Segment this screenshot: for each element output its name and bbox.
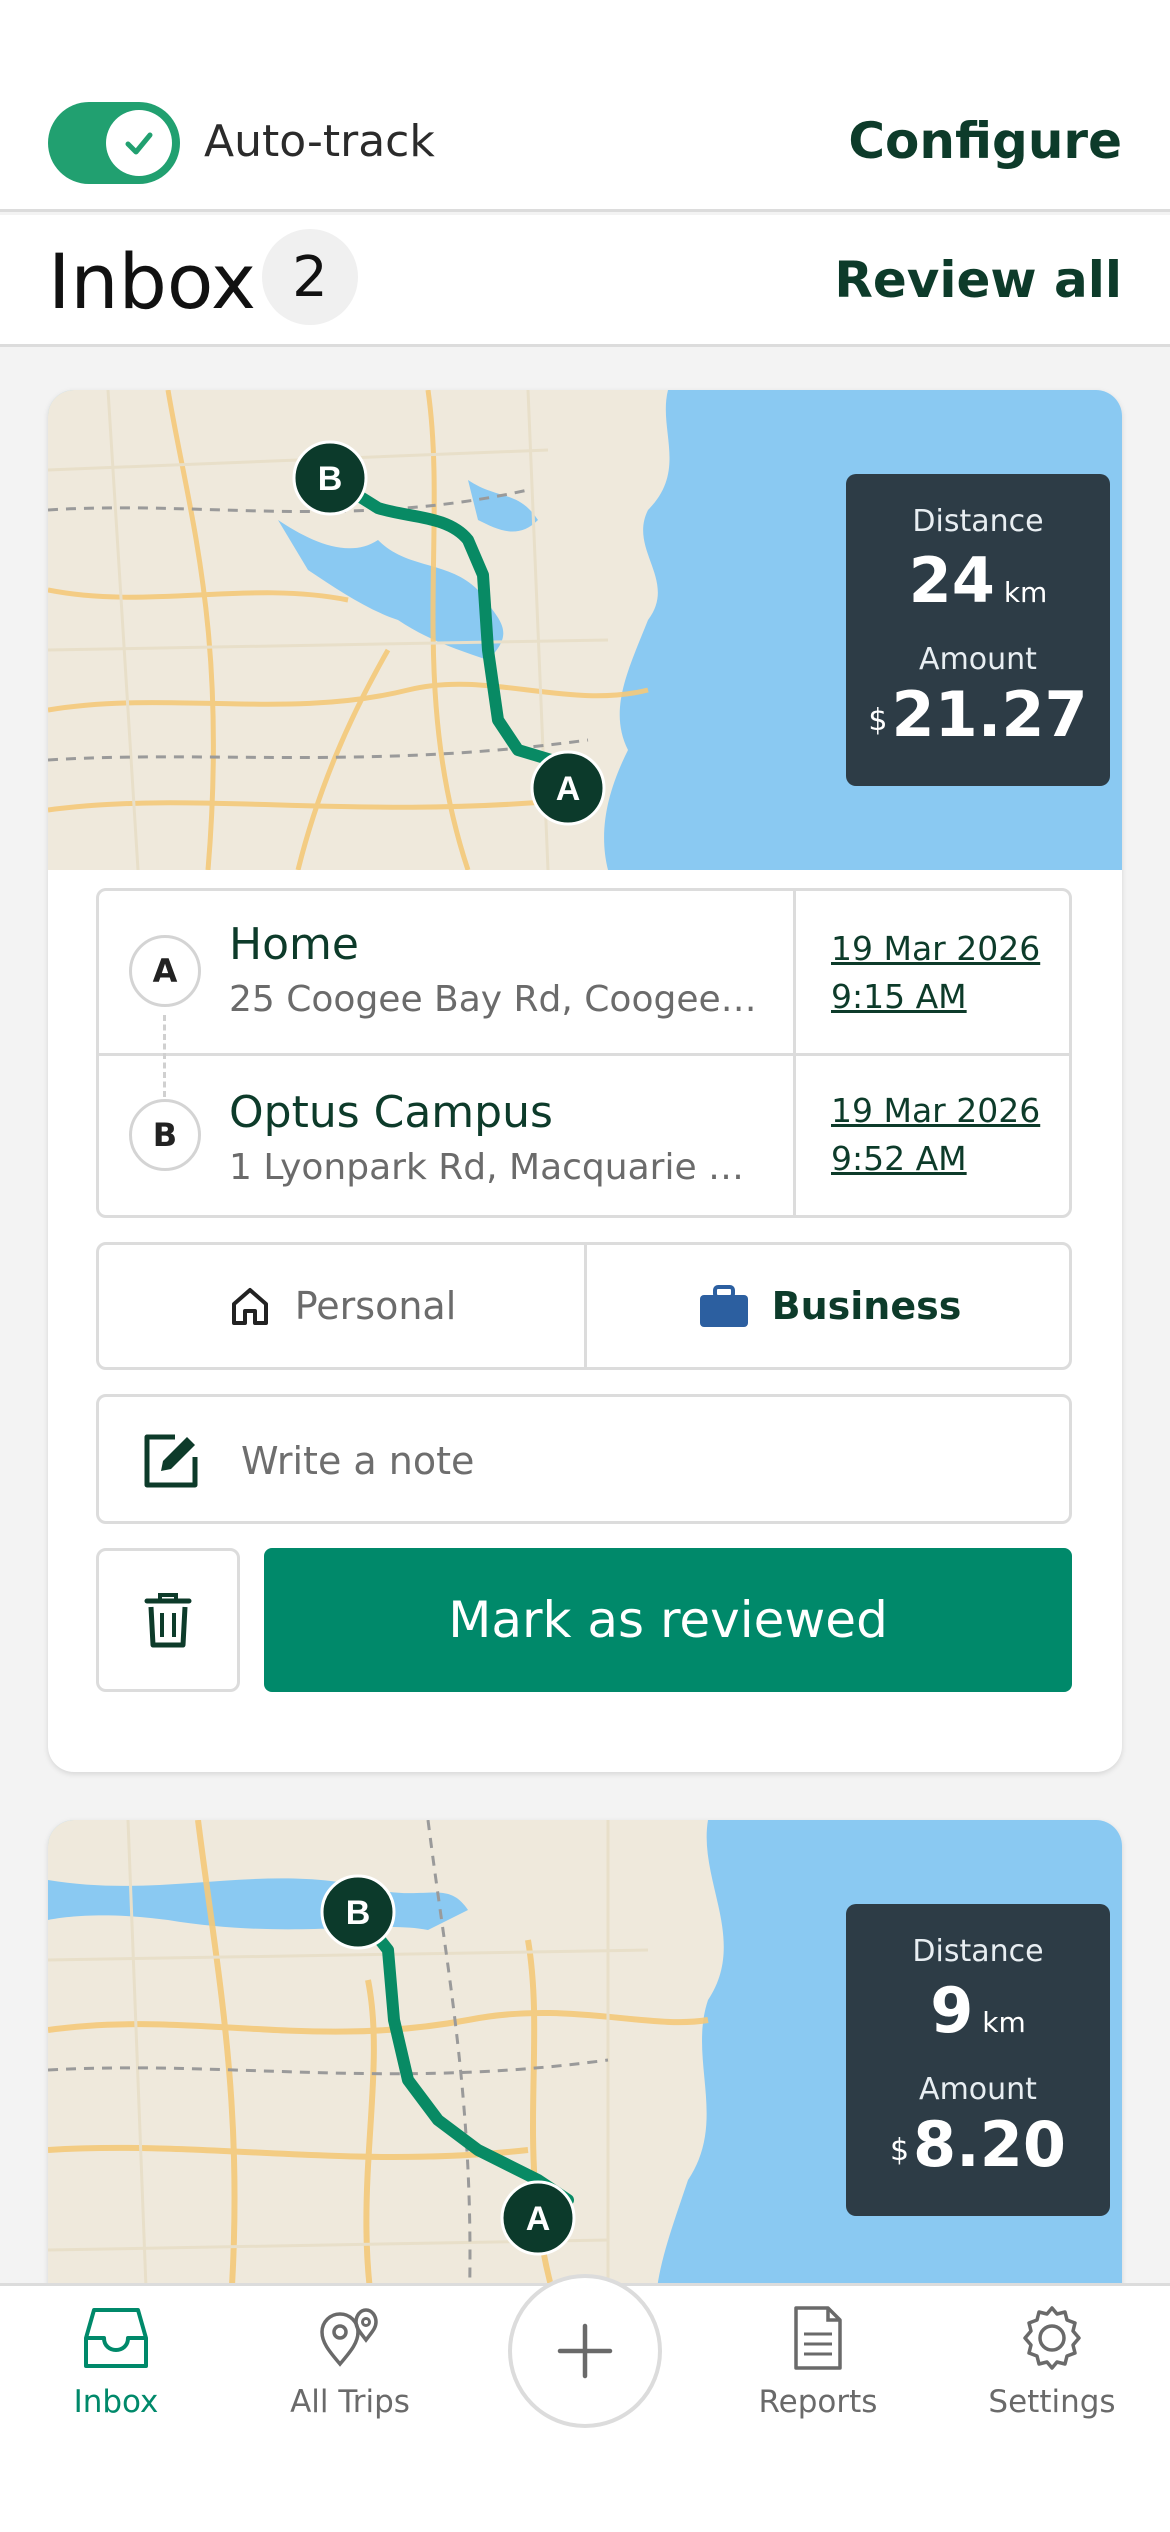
tab-label: Settings: [988, 2384, 1116, 2420]
tab-label: Reports: [758, 2384, 878, 2420]
trip-stats-panel: Distance 24 km Amount $21.27: [846, 474, 1110, 786]
map-pin-b-label: B: [318, 460, 343, 498]
home-icon: [231, 1288, 268, 1325]
inbox-count-badge: 2: [262, 229, 358, 325]
start-address: 25 Coogee Bay Rd, Coogee, NSW: [229, 979, 759, 1020]
trip-card: B A Distance 24 km Amount $21.27 A B Hom…: [48, 390, 1122, 1772]
trip-card: B A Distance 9 km Amount $8.20: [48, 1820, 1122, 2340]
amount-label: Amount: [919, 2072, 1037, 2107]
autotrack-label: Auto-track: [204, 116, 435, 167]
amount-value: $8.20: [889, 2108, 1067, 2181]
route-details: A B Home 25 Coogee Bay Rd, Coogee, NSW 1…: [96, 888, 1072, 1218]
edit-note-icon: [144, 1434, 198, 1488]
inbox-tray-icon: [84, 2308, 148, 2368]
plus-icon: [557, 2323, 613, 2379]
end-place-name[interactable]: Optus Campus: [229, 1087, 553, 1138]
business-label: Business: [771, 1284, 962, 1328]
configure-button[interactable]: Configure: [848, 112, 1122, 170]
start-time-link[interactable]: 9:15 AM: [831, 977, 967, 1016]
tab-label: All Trips: [290, 2384, 410, 2420]
map-pins-icon: [320, 2308, 378, 2367]
start-date-link[interactable]: 19 Mar 2026: [831, 929, 1040, 968]
distance-value: 9 km: [930, 1974, 1026, 2047]
route-connector: [163, 1015, 166, 1097]
note-field[interactable]: Write a note: [96, 1394, 1072, 1524]
trash-icon: [144, 1593, 192, 1648]
personal-label: Personal: [294, 1284, 457, 1328]
review-all-button[interactable]: Review all: [834, 251, 1122, 309]
distance-value: 24 km: [908, 544, 1048, 617]
end-pin: B: [129, 1099, 201, 1171]
tab-settings[interactable]: Settings: [952, 2304, 1152, 2420]
trip-type-selector: Personal Business: [96, 1242, 1072, 1370]
document-icon: [794, 2306, 842, 2370]
note-placeholder: Write a note: [241, 1439, 475, 1483]
gear-icon: [1023, 2306, 1081, 2370]
page-title: Inbox: [48, 237, 256, 326]
add-trip-button[interactable]: [508, 2274, 662, 2428]
amount-value: $21.27: [868, 678, 1088, 751]
distance-label: Distance: [912, 1934, 1044, 1969]
toggle-knob: [106, 110, 172, 176]
map-pin-b-label: B: [346, 1894, 371, 1932]
end-address: 1 Lyonpark Rd, Macquarie Park NSW: [229, 1147, 759, 1188]
business-button[interactable]: Business: [587, 1245, 1072, 1367]
tab-all-trips[interactable]: All Trips: [250, 2304, 450, 2420]
map-pin-a-label: A: [556, 770, 581, 808]
check-icon: [125, 132, 153, 155]
end-time-link[interactable]: 9:52 AM: [831, 1139, 967, 1178]
autotrack-toggle[interactable]: [48, 102, 180, 184]
mark-as-reviewed-button[interactable]: Mark as reviewed: [264, 1548, 1072, 1692]
inbox-header: Inbox 2 Review all: [0, 215, 1170, 347]
end-date-link[interactable]: 19 Mar 2026: [831, 1091, 1040, 1130]
distance-label: Distance: [912, 504, 1044, 539]
route-divider-horizontal: [99, 1053, 1069, 1056]
bottom-tab-bar: Inbox All Trips Reports Settings: [0, 2274, 1170, 2532]
amount-label: Amount: [919, 642, 1037, 677]
personal-button[interactable]: Personal: [99, 1245, 584, 1367]
tab-label: Inbox: [73, 2384, 159, 2420]
tab-reports[interactable]: Reports: [718, 2304, 918, 2420]
briefcase-icon: [699, 1285, 748, 1327]
map-pin-a-label: A: [526, 2200, 551, 2238]
top-bar: Auto-track Configure: [0, 0, 1170, 212]
trip-stats-panel: Distance 9 km Amount $8.20: [846, 1904, 1110, 2216]
start-place-name[interactable]: Home: [229, 919, 359, 970]
tab-inbox[interactable]: Inbox: [16, 2304, 216, 2420]
start-pin: A: [129, 935, 201, 1007]
delete-trip-button[interactable]: [96, 1548, 240, 1692]
